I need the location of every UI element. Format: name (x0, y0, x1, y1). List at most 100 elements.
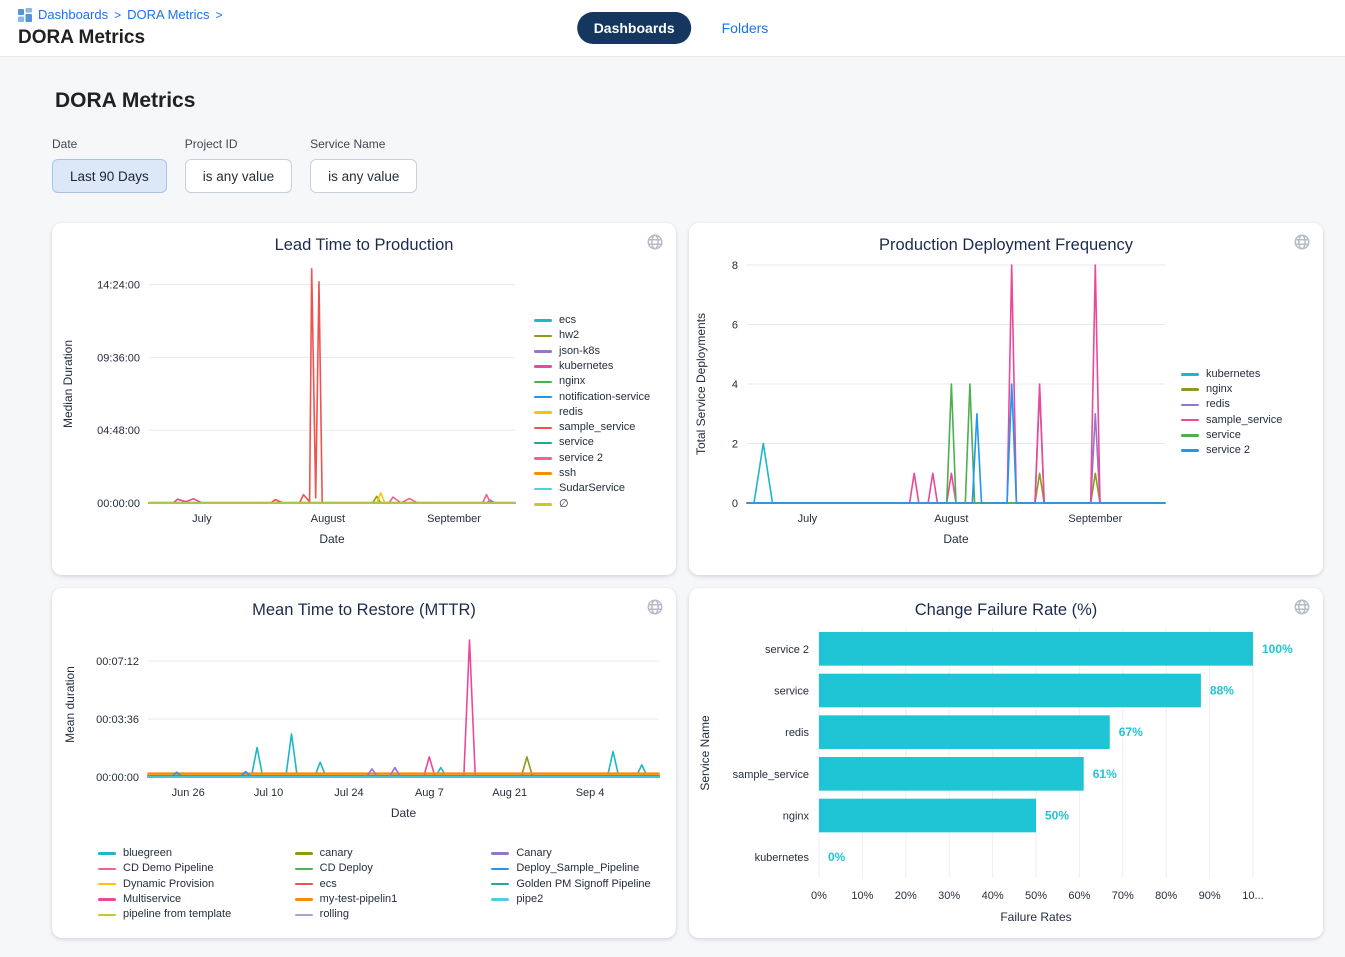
filter-service-name-button[interactable]: is any value (310, 159, 417, 193)
legend-item[interactable]: redis (534, 405, 676, 420)
legend-label: nginx (1206, 382, 1232, 397)
legend-item[interactable]: ecs (295, 877, 468, 892)
lead-time-chart[interactable]: 00:00:0004:48:0009:36:0014:24:00JulyAugu… (52, 255, 534, 570)
legend-label: Canary (516, 846, 551, 861)
legend-item[interactable]: nginx (1181, 382, 1323, 397)
deployment-frequency-chart[interactable]: 02468JulyAugustSeptemberDateTotal Servic… (689, 255, 1181, 570)
legend-item[interactable]: Multiservice (98, 892, 271, 907)
legend-item[interactable]: redis (1181, 397, 1323, 412)
chart-title: Production Deployment Frequency (689, 236, 1323, 255)
breadcrumb-dashboards[interactable]: Dashboards (38, 7, 108, 22)
legend-label: service 2 (1206, 443, 1250, 458)
legend-item[interactable]: Golden PM Signoff Pipeline (491, 877, 664, 892)
legend-item[interactable]: CD Demo Pipeline (98, 861, 271, 876)
svg-text:nginx: nginx (783, 811, 810, 823)
legend-item[interactable]: ssh (534, 466, 676, 481)
svg-text:August: August (311, 513, 345, 525)
legend-item[interactable]: Canary (491, 846, 664, 861)
lead-time-legend: ecshw2json-k8skubernetesnginxnotificatio… (534, 313, 676, 512)
svg-text:20%: 20% (895, 890, 917, 902)
svg-text:Aug 21: Aug 21 (492, 787, 527, 799)
legend-item[interactable]: my-test-pipelin1 (295, 892, 468, 907)
change-failure-rate-chart[interactable]: 0%10%20%30%40%50%60%70%80%90%10...servic… (689, 620, 1323, 943)
legend-swatch-icon (534, 381, 552, 384)
legend-swatch-icon (534, 319, 552, 322)
legend-item[interactable]: nginx (534, 374, 676, 389)
filter-project-id-button[interactable]: is any value (185, 159, 292, 193)
legend-item[interactable]: hw2 (534, 328, 676, 343)
legend-item[interactable]: ∅ (534, 497, 676, 512)
tab-dashboards[interactable]: Dashboards (577, 12, 692, 44)
breadcrumb-dora-metrics[interactable]: DORA Metrics (127, 7, 209, 22)
legend-swatch-icon (295, 852, 313, 855)
legend-item[interactable]: sample_service (1181, 413, 1323, 428)
filter-date-label: Date (52, 137, 167, 151)
svg-text:40%: 40% (982, 890, 1004, 902)
legend-item[interactable]: json-k8s (534, 344, 676, 359)
mttr-chart[interactable]: 00:00:0000:03:3600:07:12Jun 26Jul 10Jul … (52, 620, 676, 838)
legend-label: sample_service (1206, 413, 1282, 428)
globe-icon[interactable] (1293, 598, 1311, 616)
globe-icon[interactable] (646, 233, 664, 251)
legend-label: my-test-pipelin1 (320, 892, 398, 907)
breadcrumb-separator: > (114, 8, 121, 22)
legend-item[interactable]: service (1181, 428, 1323, 443)
legend-item[interactable]: bluegreen (98, 846, 271, 861)
filter-date-button[interactable]: Last 90 Days (52, 159, 167, 193)
chart-title: Mean Time to Restore (MTTR) (52, 601, 676, 620)
legend-swatch-icon (534, 488, 552, 491)
legend-item[interactable]: service (534, 435, 676, 450)
legend-swatch-icon (98, 868, 116, 871)
legend-item[interactable]: CD Deploy (295, 861, 468, 876)
svg-text:70%: 70% (1112, 890, 1134, 902)
filter-date: Date Last 90 Days (52, 137, 167, 193)
legend-item[interactable]: ecs (534, 313, 676, 328)
chart-title: Change Failure Rate (%) (689, 601, 1323, 620)
legend-item[interactable]: canary (295, 846, 468, 861)
legend-label: sample_service (559, 420, 635, 435)
legend-item[interactable]: SudarService (534, 481, 676, 496)
filter-service-name: Service Name is any value (310, 137, 417, 193)
legend-item[interactable]: sample_service (534, 420, 676, 435)
tile-production-deployment-frequency: Production Deployment Frequency 02468Jul… (689, 223, 1323, 575)
svg-text:50%: 50% (1045, 809, 1069, 823)
legend-item[interactable]: rolling (295, 907, 468, 922)
legend-item[interactable]: pipeline from template (98, 907, 271, 922)
tile-mean-time-to-restore: Mean Time to Restore (MTTR) 00:00:0000:0… (52, 588, 676, 938)
legend-item[interactable]: service 2 (534, 451, 676, 466)
legend-swatch-icon (534, 411, 552, 414)
legend-swatch-icon (1181, 404, 1199, 407)
svg-text:Failure Rates: Failure Rates (1000, 910, 1071, 924)
legend-swatch-icon (1181, 373, 1199, 376)
filter-project-id-label: Project ID (185, 137, 292, 151)
legend-item[interactable]: Deploy_Sample_Pipeline (491, 861, 664, 876)
legend-label: ecs (559, 313, 576, 328)
legend-item[interactable]: kubernetes (534, 359, 676, 374)
svg-text:September: September (427, 513, 481, 525)
svg-text:90%: 90% (1199, 890, 1221, 902)
globe-icon[interactable] (646, 598, 664, 616)
legend-swatch-icon (534, 396, 552, 399)
legend-item[interactable]: service 2 (1181, 443, 1323, 458)
svg-text:09:36:00: 09:36:00 (97, 352, 140, 364)
svg-text:00:00:00: 00:00:00 (96, 772, 139, 784)
legend-swatch-icon (491, 852, 509, 855)
legend-label: bluegreen (123, 846, 172, 861)
svg-text:6: 6 (732, 320, 738, 332)
legend-label: Golden PM Signoff Pipeline (516, 877, 650, 892)
tab-folders[interactable]: Folders (722, 20, 769, 36)
svg-text:00:00:00: 00:00:00 (97, 498, 140, 510)
legend-item[interactable]: pipe2 (491, 892, 664, 907)
svg-text:July: July (192, 513, 212, 525)
svg-text:50%: 50% (1025, 890, 1047, 902)
globe-icon[interactable] (1293, 233, 1311, 251)
legend-item[interactable]: notification-service (534, 390, 676, 405)
svg-text:redis: redis (785, 727, 809, 739)
legend-item[interactable]: kubernetes (1181, 367, 1323, 382)
svg-text:88%: 88% (1210, 684, 1234, 698)
legend-swatch-icon (534, 427, 552, 430)
legend-swatch-icon (295, 914, 313, 917)
legend-item[interactable]: Dynamic Provision (98, 877, 271, 892)
svg-text:8: 8 (732, 260, 738, 272)
legend-swatch-icon (98, 883, 116, 886)
